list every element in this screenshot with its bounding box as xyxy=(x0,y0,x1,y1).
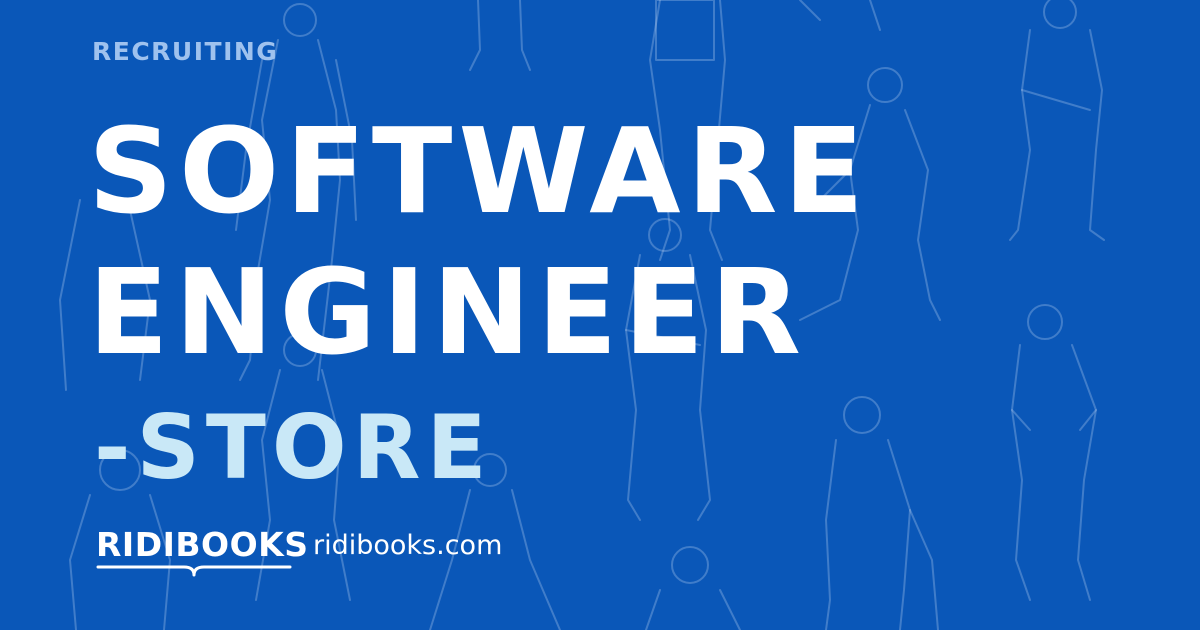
recruiting-banner: RECRUITING SOFTWARE ENGINEER -STORE RIDI… xyxy=(0,0,1200,630)
ridibooks-logo: RIDIBOOKS xyxy=(96,525,309,564)
website-url[interactable]: ridibooks.com xyxy=(313,530,502,561)
headline-subtitle: -STORE xyxy=(94,396,493,499)
headline-line-2: ENGINEER xyxy=(88,243,807,381)
headline-line-1: SOFTWARE xyxy=(88,102,871,240)
open-book-underline-icon xyxy=(96,565,292,577)
eyebrow-label: RECRUITING xyxy=(92,37,279,66)
